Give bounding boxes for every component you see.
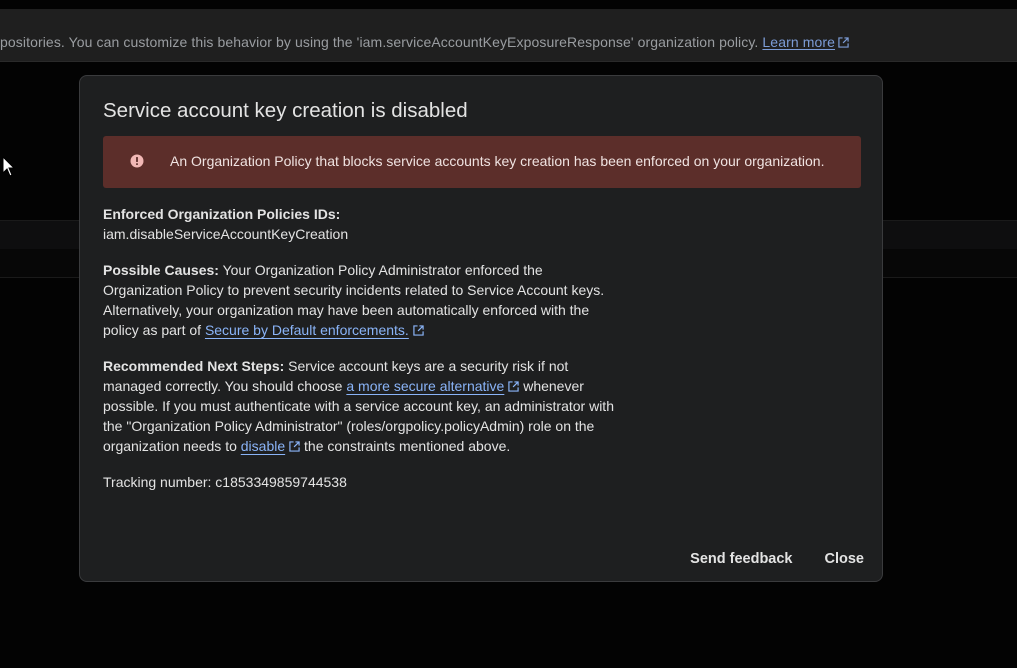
secure-by-default-link[interactable]: Secure by Default enforcements.	[205, 322, 409, 338]
enforced-policies-section: Enforced Organization Policies IDs: iam.…	[103, 204, 623, 244]
dialog-body: Enforced Organization Policies IDs: iam.…	[103, 204, 623, 508]
dialog-title: Service account key creation is disabled	[103, 99, 468, 122]
page: positories. You can customize this behav…	[0, 0, 1017, 668]
external-link-icon	[413, 325, 424, 336]
dialog-actions: Send feedback Close	[690, 551, 864, 567]
error-alert: An Organization Policy that blocks servi…	[103, 136, 861, 188]
next-steps-label: Recommended Next Steps:	[103, 358, 285, 374]
close-button[interactable]: Close	[825, 551, 865, 567]
external-link-icon	[289, 441, 300, 452]
info-banner: positories. You can customize this behav…	[0, 9, 1017, 62]
next-steps-text-3: the constraints mentioned above.	[300, 438, 511, 454]
possible-causes-label: Possible Causes:	[103, 262, 219, 278]
mouse-cursor-icon	[2, 156, 16, 177]
disable-link[interactable]: disable	[241, 438, 285, 454]
secure-alternative-link[interactable]: a more secure alternative	[346, 378, 504, 394]
error-icon	[130, 154, 144, 168]
tracking-number: Tracking number: c1853349859744538	[103, 474, 347, 490]
next-steps-section: Recommended Next Steps: Service account …	[103, 356, 623, 456]
external-link-icon	[508, 381, 520, 392]
send-feedback-button[interactable]: Send feedback	[690, 551, 792, 567]
possible-causes-section: Possible Causes: Your Organization Polic…	[103, 260, 623, 340]
learn-more-label: Learn more	[762, 34, 836, 50]
external-link-icon	[838, 37, 849, 48]
learn-more-link[interactable]: Learn more	[762, 34, 849, 50]
key-creation-disabled-dialog: Service account key creation is disabled…	[79, 75, 883, 582]
secure-alternative-label: a more secure alternative	[346, 378, 505, 394]
disable-label: disable	[240, 438, 286, 454]
enforced-policies-label: Enforced Organization Policies IDs:	[103, 206, 341, 222]
alert-text: An Organization Policy that blocks servi…	[170, 153, 825, 169]
banner-message: positories. You can customize this behav…	[0, 34, 759, 50]
secure-by-default-label: Secure by Default enforcements.	[204, 322, 409, 338]
enforced-policy-id: iam.disableServiceAccountKeyCreation	[103, 226, 349, 242]
banner-text: positories. You can customize this behav…	[0, 34, 849, 50]
